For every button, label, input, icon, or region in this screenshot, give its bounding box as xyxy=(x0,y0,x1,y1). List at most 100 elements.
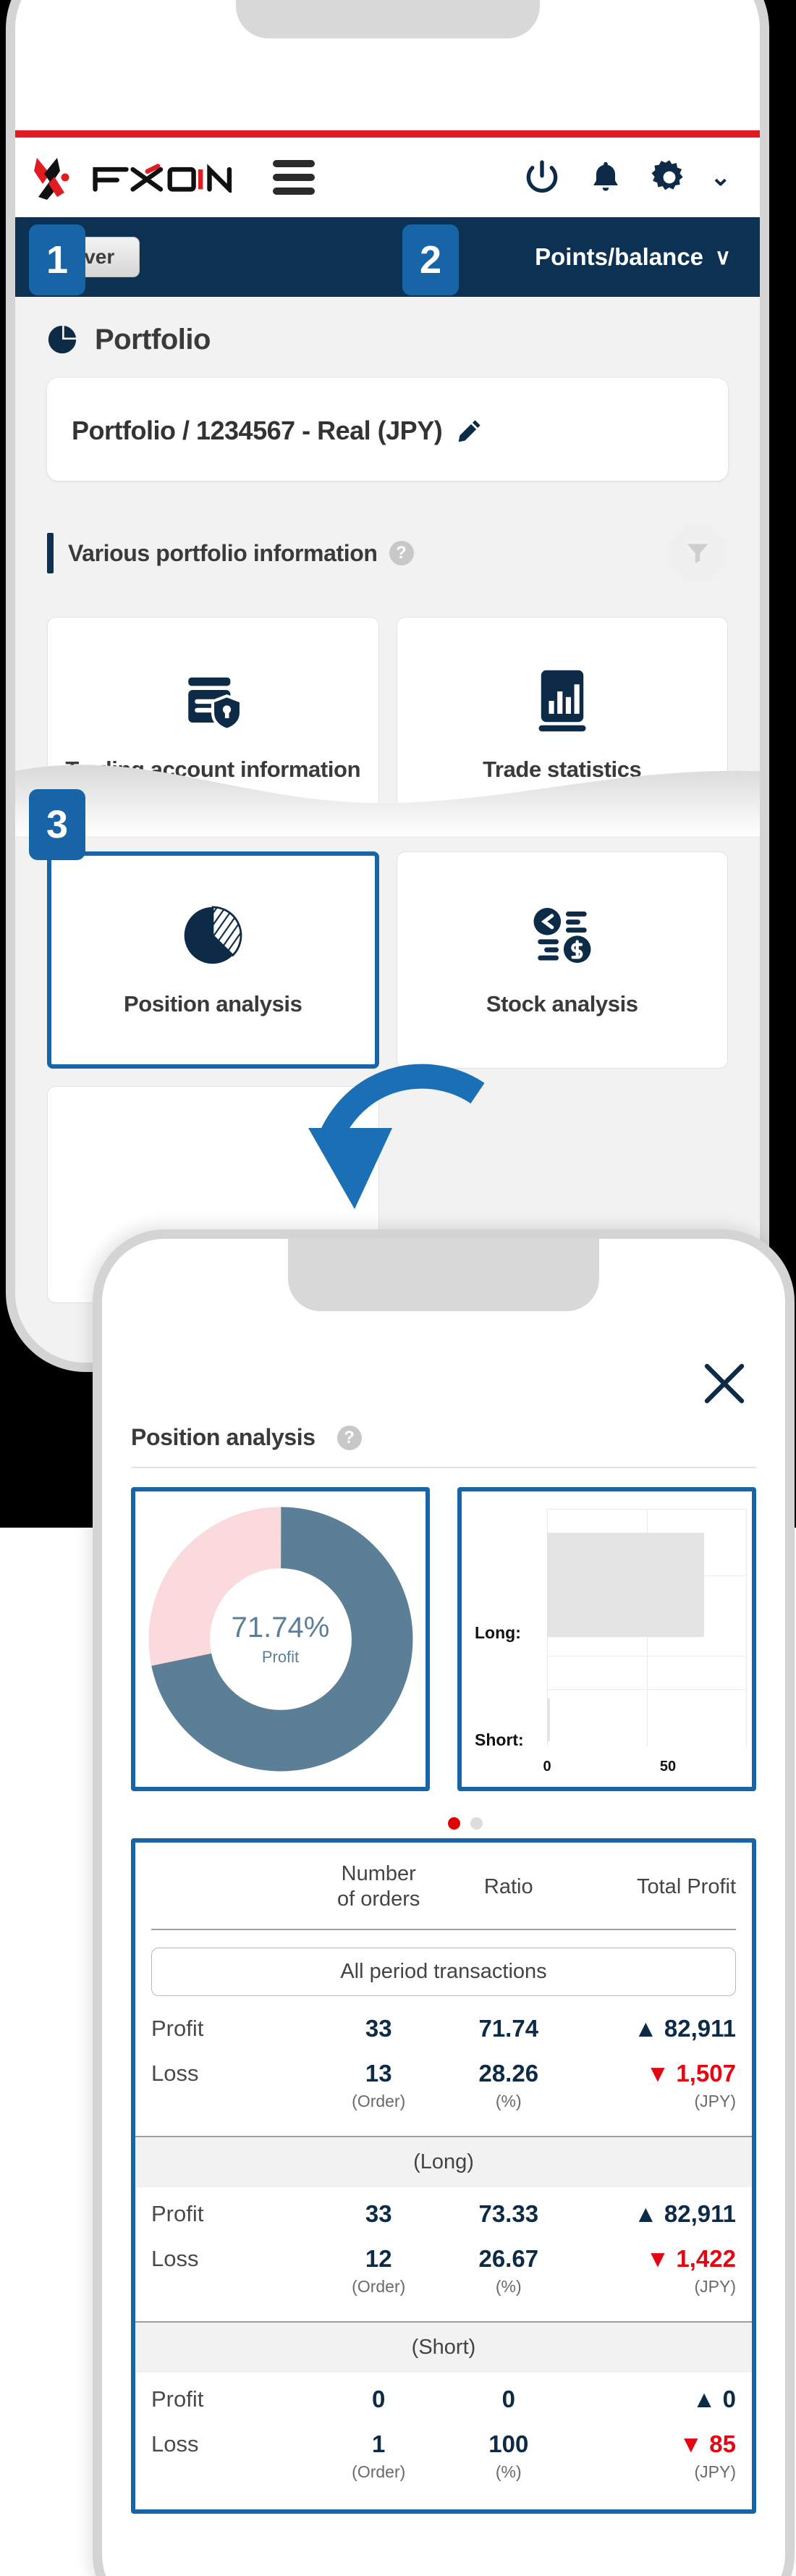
table-row: Loss 1 100 ▼ 85 xyxy=(151,2417,736,2462)
step-tag-3: 3 xyxy=(29,789,85,860)
gridline xyxy=(547,1509,746,1510)
row-ratio: 71.74 xyxy=(478,2014,539,2042)
power-icon[interactable] xyxy=(520,155,564,200)
card-label: Trade statistics xyxy=(483,757,642,783)
help-icon[interactable]: ? xyxy=(389,541,414,565)
row-orders: 33 xyxy=(365,2014,392,2042)
brand-red-line xyxy=(15,130,760,138)
row-label: Profit xyxy=(151,2386,204,2412)
chart-profit-ratio-donut[interactable]: 71.74% Profit xyxy=(131,1487,430,1791)
table-row: Profit 33 73.33 ▲ 82,911 xyxy=(151,2187,736,2232)
page-body: Portfolio Portfolio / 1234567 - Real (JP… xyxy=(15,297,760,1363)
unit-currency: (JPY) xyxy=(694,2091,737,2110)
group-label-long: (Long) xyxy=(135,2135,752,2187)
unit-currency: (JPY) xyxy=(694,2276,737,2296)
pager-dot-1[interactable] xyxy=(448,1817,460,1830)
brand-logo[interactable] xyxy=(33,155,244,200)
phone-frame-back: ⌄ Silver Points/balance ∨ Portfolio Port… xyxy=(6,0,769,1372)
th-ratio: Ratio xyxy=(483,1874,533,1898)
table-section-long: Profit 33 73.33 ▲ 82,911 Loss 12 26.67 ▼… xyxy=(151,2187,736,2305)
portfolio-card-grid: Trading account information Trade statis… xyxy=(15,584,760,1303)
unit-blank xyxy=(151,2092,313,2111)
close-icon[interactable] xyxy=(701,1360,748,1407)
donut-sublabel: Profit xyxy=(261,1648,300,1666)
unit-currency: (JPY) xyxy=(694,2462,737,2481)
filter-icon[interactable] xyxy=(667,523,728,584)
points-balance-dropdown[interactable]: Points/balance ∨ xyxy=(535,243,741,271)
card-label: Trading account information xyxy=(65,757,361,783)
donut-chart: 71.74% Profit xyxy=(147,1505,415,1773)
phone-notch xyxy=(235,0,540,38)
gridline xyxy=(547,1656,746,1657)
table-header-row: Number of orders Ratio Total Profit xyxy=(151,1843,736,1930)
group-label-short: (Short) xyxy=(135,2320,752,2373)
card-position-analysis[interactable]: Position analysis xyxy=(47,851,379,1069)
card-trading-account-information[interactable]: Trading account information xyxy=(47,617,379,834)
fxon-wordmark-icon xyxy=(93,164,232,193)
xtick-50: 50 xyxy=(659,1759,677,1775)
th-number-of-orders: Number of orders xyxy=(336,1862,420,1911)
unit-percent: (%) xyxy=(495,2276,522,2296)
donut-value: 71.74% xyxy=(231,1612,330,1643)
row-orders: 1 xyxy=(372,2430,386,2457)
xtick-0: 0 xyxy=(543,1759,551,1775)
bar-short xyxy=(547,1699,551,1742)
charts-row: 71.74% Profit Long: Short: 0 50 xyxy=(131,1487,756,1791)
row-orders: 12 xyxy=(365,2244,392,2272)
unit-blank xyxy=(151,2277,313,2297)
carousel-pager[interactable] xyxy=(131,1817,756,1830)
currency-exchange-icon xyxy=(529,901,596,970)
phone-frame-front: Position analysis ? 71.74% Profit Long: … xyxy=(93,1229,795,2576)
bell-icon[interactable] xyxy=(583,155,628,200)
section-header: Various portfolio information ? xyxy=(15,481,760,584)
bar-long xyxy=(547,1532,705,1638)
app-header-actions: ⌄ xyxy=(520,155,743,200)
row-label: Loss xyxy=(151,2430,199,2457)
unit-blank xyxy=(151,2462,313,2482)
th-total-profit: Total Profit xyxy=(637,1874,736,1898)
pie-chart-icon xyxy=(48,325,77,354)
card-lock-icon xyxy=(178,666,247,736)
bar-category-short: Short: xyxy=(475,1730,524,1749)
period-selector-button[interactable]: All period transactions xyxy=(151,1947,736,1996)
modal-header: Position analysis ? xyxy=(131,1424,756,1451)
table-units-row: (Order) (%) (JPY) xyxy=(151,2092,736,2120)
row-ratio: 28.26 xyxy=(478,2059,539,2087)
chevron-down-icon: ∨ xyxy=(715,245,731,269)
section-accent-bar xyxy=(47,533,54,573)
table-section-short: Profit 0 0 ▲ 0 Loss 1 100 ▼ 85 (Order) (… xyxy=(151,2373,736,2491)
help-icon[interactable]: ? xyxy=(336,1425,362,1450)
unit-percent: (%) xyxy=(495,2462,522,2481)
card-stock-analysis[interactable]: Stock analysis xyxy=(396,851,728,1069)
gridline xyxy=(746,1509,747,1746)
page-title-row: Portfolio xyxy=(15,297,760,378)
unit-order: (Order) xyxy=(352,2462,406,2481)
phone-notch xyxy=(288,1239,599,1311)
account-strip: Silver Points/balance ∨ xyxy=(15,217,760,297)
bar-category-long: Long: xyxy=(475,1623,521,1642)
chevron-down-icon[interactable]: ⌄ xyxy=(711,165,732,190)
card-trade-statistics[interactable]: Trade statistics xyxy=(396,617,728,834)
chart-long-short-bars[interactable]: Long: Short: 0 50 xyxy=(457,1487,756,1791)
row-label: Profit xyxy=(151,2200,204,2226)
phone-screen-back: ⌄ Silver Points/balance ∨ Portfolio Port… xyxy=(15,0,760,1363)
row-total: ▼ 1,507 xyxy=(645,2059,736,2087)
pager-dot-2[interactable] xyxy=(470,1817,483,1830)
table-section-all: Profit 33 71.74 ▲ 82,911 Loss 13 28.26 ▼… xyxy=(151,2002,736,2120)
table-units-row: (Order) (%) (JPY) xyxy=(151,2462,736,2491)
row-total: ▼ 85 xyxy=(679,2430,736,2457)
gear-icon[interactable] xyxy=(647,155,692,200)
page-title: Portfolio xyxy=(95,323,211,355)
row-total: ▼ 1,422 xyxy=(645,2244,736,2272)
row-ratio: 73.33 xyxy=(478,2200,539,2227)
hamburger-icon[interactable] xyxy=(273,160,315,195)
donut-center-label: 71.74% Profit xyxy=(232,1612,330,1667)
modal-title: Position analysis xyxy=(131,1424,316,1450)
pie-chart-icon xyxy=(177,901,248,970)
unit-order: (Order) xyxy=(352,2091,406,2110)
app-header: ⌄ xyxy=(15,138,760,217)
pencil-icon[interactable] xyxy=(455,416,484,445)
row-ratio: 100 xyxy=(488,2430,529,2457)
gridline xyxy=(547,1689,746,1691)
table-row: Profit 0 0 ▲ 0 xyxy=(151,2373,736,2417)
